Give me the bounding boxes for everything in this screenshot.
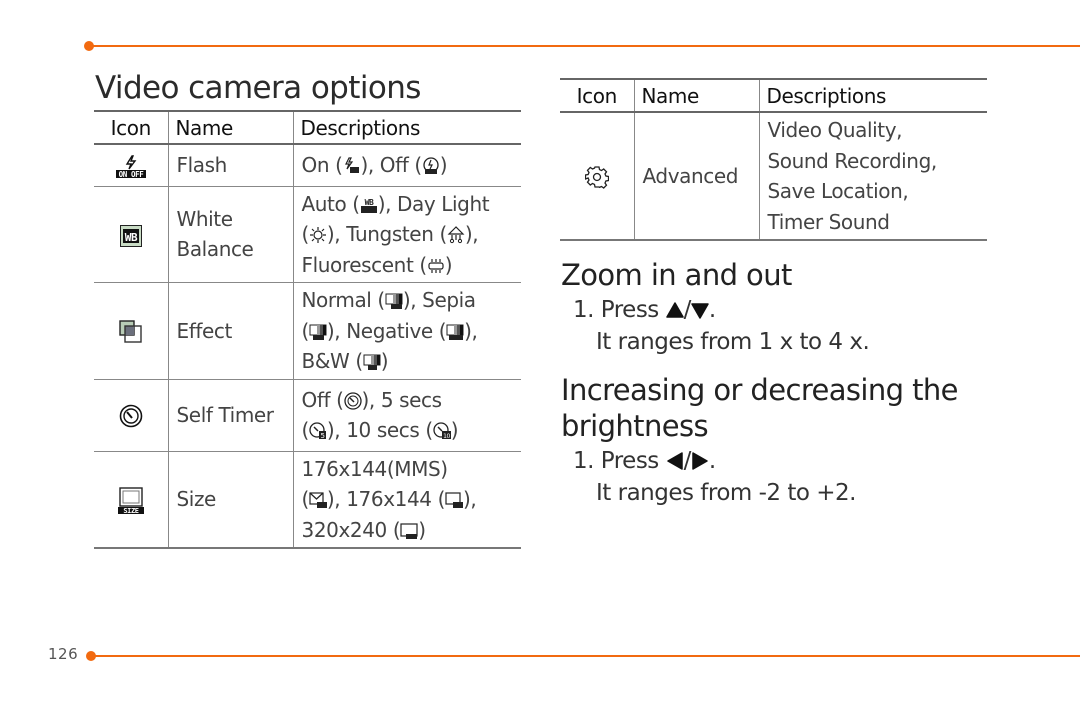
- table-row-white-balance: WB White Balance Auto (WB), Day Light (),…: [94, 186, 521, 283]
- flash-on-icon: [345, 157, 360, 173]
- zoom-heading: Zoom in and out: [561, 258, 792, 292]
- table-header-row: Icon Name Descriptions: [560, 78, 987, 113]
- footer-rule-dot: [86, 651, 96, 661]
- row-name: Advanced: [633, 112, 759, 241]
- timer-off-icon: [343, 391, 362, 410]
- header-name: Name: [167, 110, 293, 145]
- flash-icon: ON OFF: [115, 154, 146, 179]
- header-icon: Icon: [94, 110, 168, 145]
- row-description: Off (), 5 secs (5), 10 secs (10): [292, 379, 521, 452]
- wb-tungsten-icon: [447, 226, 465, 244]
- self-timer-icon: [119, 404, 143, 428]
- row-name: Flash: [167, 144, 293, 187]
- header-icon: Icon: [560, 78, 634, 113]
- wb-auto-icon: WB: [360, 198, 377, 213]
- row-name: Effect: [167, 282, 293, 380]
- row-name: Self Timer: [167, 379, 293, 452]
- svg-text:5: 5: [320, 432, 324, 440]
- svg-text:10: 10: [443, 433, 450, 440]
- advanced-options-table: Icon Name Descriptions Advanced Video Qu…: [560, 78, 987, 241]
- row-description: Normal (), Sepia (), Negative (), B&W (): [292, 282, 521, 380]
- table-row-effect: Effect Normal (), Sepia (), Negative (),…: [94, 282, 521, 380]
- row-description: Auto (WB), Day Light (), Tungsten (), Fl…: [292, 186, 521, 283]
- settings-gear-icon: [584, 166, 609, 190]
- effect-bw-icon: [363, 354, 381, 370]
- row-description: On (), Off (): [292, 144, 521, 187]
- wb-fluorescent-icon: [428, 258, 444, 273]
- row-description: Video Quality, Sound Recording, Save Loc…: [758, 112, 987, 241]
- svg-text:ON OFF: ON OFF: [118, 170, 144, 179]
- wb-daylight-icon: [309, 227, 326, 243]
- effect-icon: [119, 320, 142, 343]
- page-number: 126: [48, 645, 79, 663]
- table-row-flash: ON OFF Flash On (), Off (): [94, 144, 521, 187]
- table-row-self-timer: Self Timer Off (), 5 secs (5), 10 secs (…: [94, 379, 521, 452]
- zoom-instructions: 1. Press /. It ranges from 1 x to 4 x.: [573, 294, 870, 358]
- brightness-range-note: It ranges from -2 to +2.: [596, 480, 856, 506]
- size-icon: SIZE: [117, 486, 144, 515]
- svg-text:SIZE: SIZE: [123, 507, 138, 515]
- header-rule-dot: [84, 41, 94, 51]
- left-arrow-icon: [666, 452, 683, 470]
- brightness-instructions: 1. Press /. It ranges from -2 to +2.: [573, 445, 856, 509]
- zoom-range-note: It ranges from 1 x to 4 x.: [596, 329, 870, 355]
- svg-text:WB: WB: [364, 198, 373, 207]
- size-176-icon: [445, 492, 463, 508]
- brightness-step-1: 1. Press /.: [573, 448, 716, 474]
- svg-text:WB: WB: [125, 231, 138, 244]
- row-name: White Balance: [167, 186, 293, 283]
- down-arrow-icon: [691, 303, 709, 319]
- size-320-icon: [400, 522, 418, 539]
- table-row-size: SIZE Size 176x144(MMS) (), 176x144 (), 3…: [94, 451, 521, 549]
- effect-sepia-icon: [309, 324, 327, 340]
- section-title: Video camera options: [95, 70, 421, 106]
- header-descriptions: Descriptions: [758, 78, 987, 113]
- timer-10-icon: 10: [433, 422, 451, 440]
- effect-negative-icon: [446, 324, 464, 340]
- table-row-advanced: Advanced Video Quality, Sound Recording,…: [560, 112, 987, 241]
- size-mms-icon: [309, 492, 327, 508]
- header-rule: [88, 45, 1080, 47]
- video-options-table: Icon Name Descriptions ON OFF Flash On (…: [94, 110, 521, 549]
- header-name: Name: [633, 78, 759, 113]
- zoom-step-1: 1. Press /.: [573, 297, 716, 323]
- flash-off-icon: [423, 157, 439, 174]
- footer-rule: [92, 655, 1080, 657]
- timer-5-icon: 5: [309, 422, 326, 440]
- row-name: Size: [167, 451, 293, 549]
- effect-normal-icon: [385, 293, 403, 309]
- brightness-heading: Increasing or decreasing the brightness: [561, 373, 958, 443]
- table-header-row: Icon Name Descriptions: [94, 110, 521, 145]
- header-descriptions: Descriptions: [292, 110, 521, 145]
- white-balance-icon: WB: [119, 224, 142, 247]
- row-description: 176x144(MMS) (), 176x144 (), 320x240 (): [292, 451, 521, 549]
- right-arrow-icon: [692, 452, 708, 470]
- up-arrow-icon: [665, 302, 684, 318]
